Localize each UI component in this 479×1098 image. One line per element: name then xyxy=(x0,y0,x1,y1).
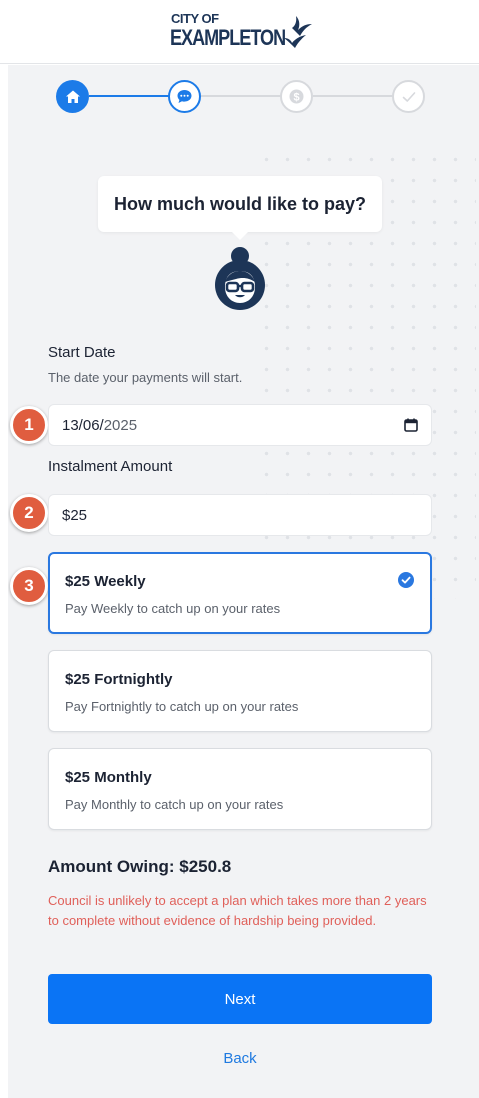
birds-icon xyxy=(284,16,312,48)
logo-top-text: CITY OF xyxy=(171,11,219,26)
annotation-badge-1: 1 xyxy=(10,406,48,444)
site-header: CITY OF EXAMPLETON xyxy=(0,0,479,64)
option-fortnightly[interactable]: $25 Fortnightly Pay Fortnightly to catch… xyxy=(48,650,432,732)
step-connector-1 xyxy=(89,95,169,97)
option-monthly[interactable]: $25 Monthly Pay Monthly to catch up on y… xyxy=(48,748,432,830)
option-fortnightly-description: Pay Fortnightly to catch up on your rate… xyxy=(65,699,299,714)
instalment-amount-label: Instalment Amount xyxy=(48,458,173,475)
start-date-label: Start Date xyxy=(48,344,116,361)
question-bubble: How much would like to pay? xyxy=(98,176,382,232)
start-date-help: The date your payments will start. xyxy=(48,370,243,385)
start-date-input[interactable]: 13/06/2025 xyxy=(48,404,432,446)
instalment-amount-input[interactable]: $25 xyxy=(48,494,432,536)
logo-main-text: EXAMPLETON xyxy=(170,25,286,50)
amount-owing: Amount Owing: $250.8 xyxy=(48,857,232,876)
option-fortnightly-title: $25 Fortnightly xyxy=(65,671,173,688)
question-text: How much would like to pay? xyxy=(113,193,367,214)
step-home[interactable] xyxy=(56,80,89,113)
annotation-badge-3: 3 xyxy=(10,567,48,605)
step-connector-2 xyxy=(201,95,281,97)
date-year: 2025 xyxy=(103,416,138,434)
bubble-tail xyxy=(230,230,250,240)
annotation-badge-2: 2 xyxy=(10,494,48,532)
payment-plan-page: $ How much would like to pay? Start Date… xyxy=(8,65,479,1098)
option-weekly-title: $25 Weekly xyxy=(65,573,146,590)
progress-stepper: $ xyxy=(8,65,479,129)
dollar-icon: $ xyxy=(289,89,304,104)
chat-icon xyxy=(177,90,192,103)
step-payment[interactable]: $ xyxy=(280,80,313,113)
svg-text:$: $ xyxy=(293,92,299,104)
check-icon xyxy=(402,91,415,102)
option-monthly-title: $25 Monthly xyxy=(65,769,152,786)
city-logo[interactable]: CITY OF EXAMPLETON xyxy=(170,10,320,58)
step-connector-3 xyxy=(313,95,393,97)
step-complete[interactable] xyxy=(392,80,425,113)
option-weekly-description: Pay Weekly to catch up on your rates xyxy=(65,601,281,616)
calendar-icon[interactable] xyxy=(403,417,419,433)
instalment-amount-value: $25 xyxy=(62,506,88,524)
step-chat[interactable] xyxy=(168,80,201,113)
option-weekly[interactable]: $25 Weekly Pay Weekly to catch up on you… xyxy=(48,552,432,634)
assistant-avatar-icon xyxy=(215,247,265,310)
selected-check-icon xyxy=(398,572,414,588)
home-icon xyxy=(65,90,80,103)
back-link[interactable]: Back xyxy=(48,1050,432,1067)
date-day-month: 13/06/ xyxy=(62,416,104,434)
hardship-warning: Council is unlikely to accept a plan whi… xyxy=(48,893,427,928)
option-monthly-description: Pay Monthly to catch up on your rates xyxy=(65,797,284,812)
next-button[interactable]: Next xyxy=(48,974,432,1024)
